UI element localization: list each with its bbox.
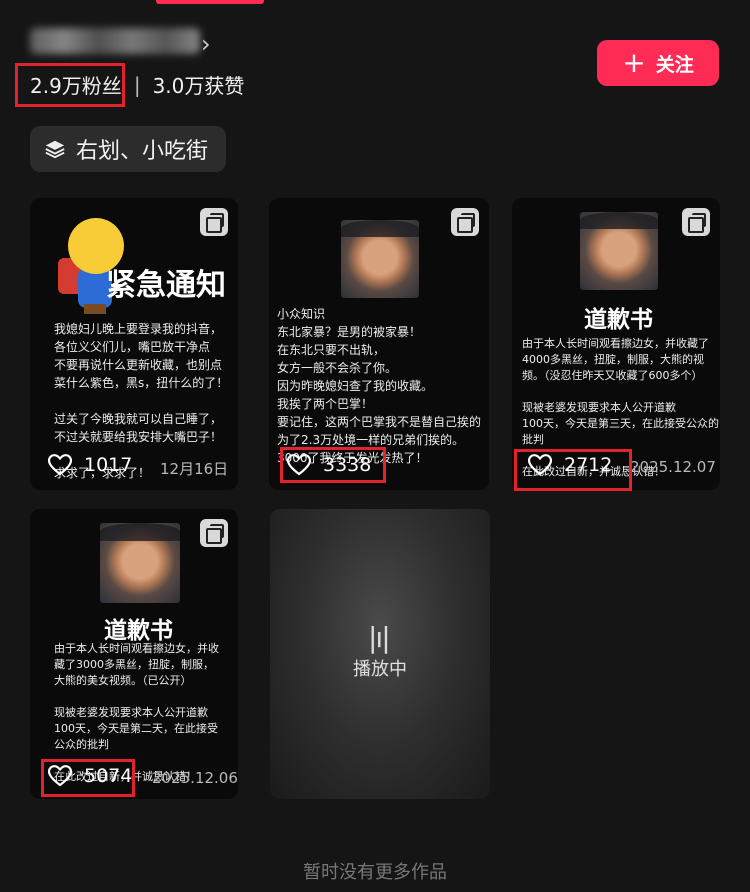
collection-label: 右划、小吃街 [76, 139, 209, 164]
annotation-box-likes [280, 447, 386, 483]
plus-icon: + [622, 46, 646, 79]
follow-button[interactable]: + 关注 [597, 40, 719, 86]
post-date: 12月16日 [160, 460, 229, 478]
post-date: 2025.12.06 [152, 769, 238, 787]
portrait-photo [580, 212, 658, 290]
video-card[interactable]: 道歉书 由于本人长时间观看擦边女，并收 藏了3000多黑丝，扭腚，制服， 大熊的… [30, 509, 238, 799]
stats-separator: | [133, 72, 141, 97]
multi-image-icon [451, 208, 479, 236]
multi-image-icon [200, 519, 228, 547]
heart-icon[interactable] [48, 454, 72, 476]
collection-chip[interactable]: 右划、小吃街 [30, 126, 226, 172]
layers-icon [45, 140, 65, 159]
annotation-box-likes [41, 759, 135, 797]
card-headline: 道歉书 [104, 618, 173, 644]
annotation-box-likes [514, 449, 632, 491]
annotation-box-followers [15, 63, 125, 107]
active-tab-indicator [156, 0, 264, 4]
video-card-playing[interactable]: |ı| 播放中 [270, 509, 490, 799]
chevron-right-icon[interactable]: › [201, 30, 211, 58]
audio-bars-icon: |ı| [368, 621, 391, 654]
card-headline: 道歉书 [584, 307, 653, 333]
like-count: 1017 [84, 454, 133, 476]
post-date: 2025.12.07 [630, 458, 716, 476]
likes-total[interactable]: 3.0万获赞 [153, 70, 245, 99]
portrait-photo [100, 523, 180, 603]
video-card[interactable]: 道歉书 由于本人长时间观看擦边女，并收藏了 4000多黑丝，扭腚，制服，大熊的视… [512, 198, 720, 490]
video-card[interactable]: 紧急通知 我媳妇儿晚上要登录我的抖音， 各位义父们儿，嘴巴放干净点 不要再说什么… [30, 198, 238, 490]
card-body-text: 小众知识 东北家暴？是男的被家暴！ 在东北只要不出轨， 女方一般不会杀了你。 因… [277, 307, 482, 465]
blurred-username[interactable] [30, 28, 200, 54]
card-headline: 紧急通知 [106, 268, 226, 303]
multi-image-icon [200, 208, 228, 236]
follow-button-label: 关注 [655, 53, 694, 76]
multi-image-icon [682, 208, 710, 236]
no-more-works: 暂时没有更多作品 [303, 862, 447, 883]
like-group: 1017 [48, 454, 132, 476]
portrait-photo [341, 220, 419, 298]
playing-label: 播放中 [353, 659, 407, 680]
